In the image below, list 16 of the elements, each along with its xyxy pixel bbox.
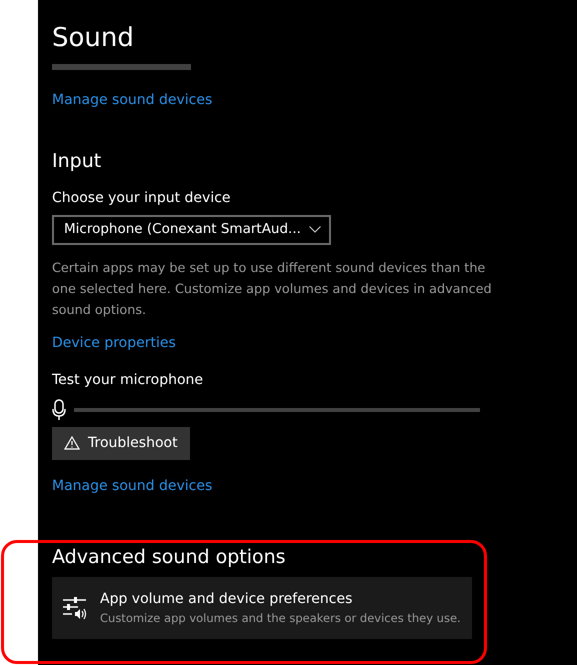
manage-devices-link[interactable]: Manage sound devices: [52, 476, 212, 496]
app-volume-preferences-item[interactable]: App volume and device preferences Customize app volumes and the speakers or devices they use.: [52, 577, 472, 640]
chevron-down-icon: [309, 226, 321, 233]
test-label: Test your microphone: [52, 370, 204, 390]
section-heading: Advanced sound options: [52, 544, 286, 570]
troubleshoot-button[interactable]: Troubleshoot: [52, 426, 190, 460]
input-device-dropdown[interactable]: Microphone (Conexant SmartAud...: [52, 214, 331, 244]
field-label: Choose your input device: [52, 188, 232, 208]
page-title: Sound: [52, 22, 134, 54]
description-text: Certain apps may be set up to use different sound devices than the one selected here. Customize app volumes and devices in advanced sound options.: [52, 260, 493, 320]
warning-icon: [64, 436, 80, 450]
device-properties-link[interactable]: Device properties: [52, 332, 176, 354]
sliders-speaker-icon: [62, 596, 88, 620]
microphone-icon: [52, 398, 66, 420]
manage-devices-link[interactable]: Manage sound devices: [52, 90, 212, 111]
section-heading: Input: [52, 149, 102, 174]
